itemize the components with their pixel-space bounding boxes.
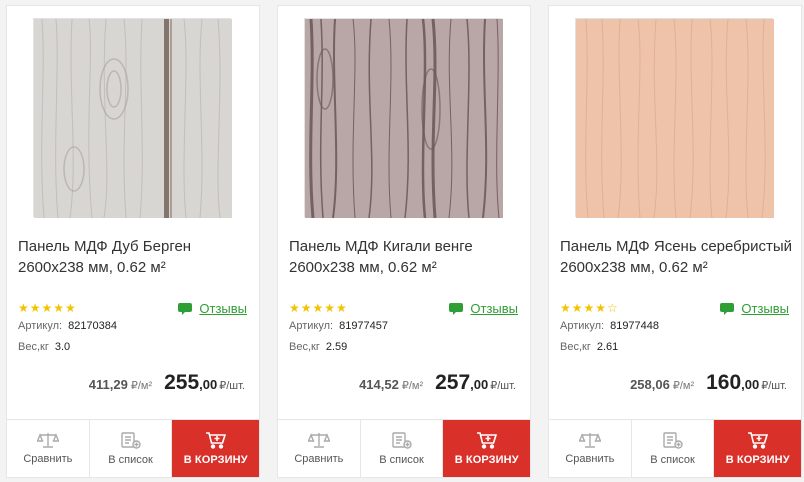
article-value: 81977448	[610, 320, 660, 332]
scales-icon	[578, 432, 601, 448]
weight-value: 3.0	[54, 341, 71, 353]
article-label: Артикул:	[18, 320, 63, 332]
article-label: Артикул:	[560, 320, 605, 332]
reviews-link[interactable]: Отзывы	[449, 301, 518, 316]
price-per-m2-unit: ₽/м²	[672, 380, 695, 392]
compare-label: Сравнить	[565, 453, 615, 465]
add-to-list-button[interactable]: В список	[361, 420, 444, 477]
price-integer: 255	[164, 371, 200, 394]
weight-label: Вес,кг	[289, 341, 320, 353]
compare-label: Сравнить	[23, 453, 73, 465]
cart-plus-icon	[476, 431, 498, 449]
weight-value: 2.61	[596, 341, 619, 353]
add-to-list-button[interactable]: В список	[632, 420, 715, 477]
product-title[interactable]: Панель МДФ Кигали венге 2600x238 мм, 0.6…	[289, 236, 525, 278]
list-label: В список	[108, 453, 153, 466]
reviews-link[interactable]: Отзывы	[178, 301, 247, 316]
list-add-icon	[391, 431, 412, 449]
chat-bubble-icon	[178, 302, 194, 315]
price-per-m2: 414,52	[359, 377, 399, 392]
add-to-cart-button[interactable]: В КОРЗИНУ	[714, 420, 801, 477]
list-label: В список	[379, 453, 424, 466]
article-value: 82170384	[68, 320, 118, 332]
product-image[interactable]	[575, 18, 774, 219]
product-card: Панель МДФ Кигали венге 2600x238 мм, 0.6…	[277, 5, 531, 478]
weight-row: Вес,кг 3.0	[18, 341, 70, 353]
cart-plus-icon	[747, 431, 769, 449]
price-integer: 257	[435, 371, 471, 394]
price-unit: ₽/шт.	[490, 380, 516, 392]
compare-label: Сравнить	[294, 453, 344, 465]
action-bar: Сравнить В список В КОРЗИНУ	[549, 419, 801, 477]
add-to-cart-button[interactable]: В КОРЗИНУ	[443, 420, 530, 477]
compare-button[interactable]: Сравнить	[7, 420, 90, 477]
reviews-label: Отзывы	[470, 301, 518, 316]
product-card: Панель МДФ Дуб Берген 2600x238 мм, 0.62 …	[6, 5, 260, 478]
cart-label: В КОРЗИНУ	[725, 453, 790, 466]
cart-plus-icon	[205, 431, 227, 449]
weight-label: Вес,кг	[560, 341, 591, 353]
compare-button[interactable]: Сравнить	[278, 420, 361, 477]
product-title[interactable]: Панель МДФ Дуб Берген 2600x238 мм, 0.62 …	[18, 236, 254, 278]
article-row: Артикул: 82170384	[18, 320, 117, 332]
reviews-label: Отзывы	[199, 301, 247, 316]
weight-row: Вес,кг 2.59	[289, 341, 347, 353]
cart-label: В КОРЗИНУ	[183, 453, 248, 466]
rating-stars: ★★★★☆	[560, 301, 619, 315]
article-row: Артикул: 81977457	[289, 320, 388, 332]
chat-bubble-icon	[449, 302, 465, 315]
list-add-icon	[662, 431, 683, 449]
add-to-list-button[interactable]: В список	[90, 420, 173, 477]
action-bar: Сравнить В список В КОРЗИНУ	[278, 419, 530, 477]
price-fraction: ,00	[199, 377, 218, 392]
price-fraction: ,00	[470, 377, 489, 392]
rating-stars: ★★★★★	[18, 301, 77, 315]
price-unit: ₽/шт.	[761, 380, 787, 392]
compare-button[interactable]: Сравнить	[549, 420, 632, 477]
scales-icon	[36, 432, 59, 448]
price-per-m2-unit: ₽/м²	[130, 380, 153, 392]
price-unit: ₽/шт.	[219, 380, 245, 392]
rating-stars: ★★★★★	[289, 301, 348, 315]
price-block: 258,06 ₽/м² 160 ,00 ₽/шт.	[630, 371, 787, 395]
reviews-label: Отзывы	[741, 301, 789, 316]
product-image[interactable]	[33, 18, 232, 219]
price-block: 411,29 ₽/м² 255 ,00 ₽/шт.	[89, 371, 245, 395]
product-image[interactable]	[304, 18, 503, 219]
list-label: В список	[650, 453, 695, 466]
price-per-m2: 258,06	[630, 377, 670, 392]
price-block: 414,52 ₽/м² 257 ,00 ₽/шт.	[359, 371, 516, 395]
product-grid: Панель МДФ Дуб Берген 2600x238 мм, 0.62 …	[6, 5, 802, 478]
add-to-cart-button[interactable]: В КОРЗИНУ	[172, 420, 259, 477]
scales-icon	[307, 432, 330, 448]
product-card: Панель МДФ Ясень серебристый 2600x238 мм…	[548, 5, 802, 478]
article-row: Артикул: 81977448	[560, 320, 659, 332]
weight-row: Вес,кг 2.61	[560, 341, 618, 353]
article-value: 81977457	[339, 320, 389, 332]
price-fraction: ,00	[741, 377, 760, 392]
weight-label: Вес,кг	[18, 341, 49, 353]
chat-bubble-icon	[720, 302, 736, 315]
price-per-m2: 411,29	[88, 377, 128, 392]
action-bar: Сравнить В список В КОРЗИНУ	[7, 419, 259, 477]
price-per-m2-unit: ₽/м²	[401, 380, 424, 392]
reviews-link[interactable]: Отзывы	[720, 301, 789, 316]
cart-label: В КОРЗИНУ	[454, 453, 519, 466]
price-integer: 160	[706, 371, 742, 394]
article-label: Артикул:	[289, 320, 334, 332]
list-add-icon	[120, 431, 141, 449]
weight-value: 2.59	[325, 341, 348, 353]
product-title[interactable]: Панель МДФ Ясень серебристый 2600x238 мм…	[560, 236, 796, 278]
